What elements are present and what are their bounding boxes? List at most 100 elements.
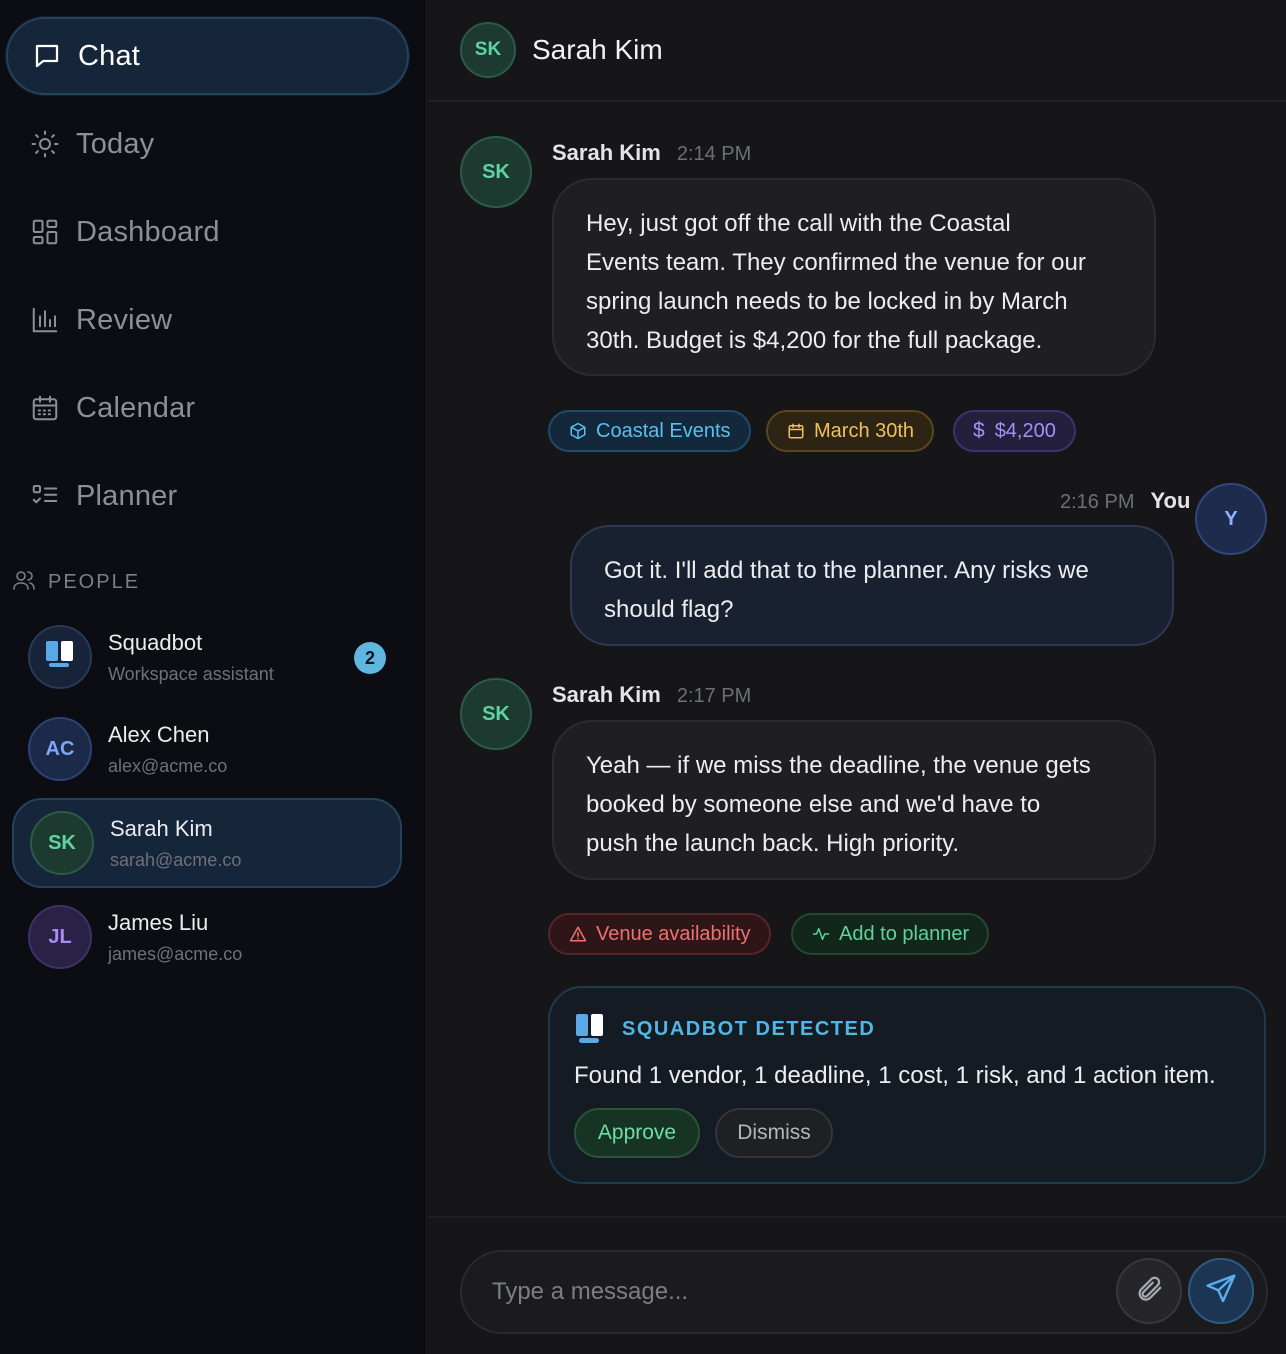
sidebar: Chat Today Dashboard Review Calendar Pla… <box>0 0 427 1354</box>
person-name: Sarah Kim <box>110 815 213 841</box>
message-time: 2:14 PM <box>676 143 752 165</box>
people-section-header: PEOPLE <box>12 568 140 597</box>
avatar: SK <box>460 22 516 78</box>
nav-today[interactable]: Today <box>6 105 409 183</box>
nav-dashboard-label: Dashboard <box>76 215 220 248</box>
person-info: Sarah Kim sarah@acme.co <box>110 816 241 871</box>
message-line: 30th. Budget is $4,200 for the full pack… <box>586 327 1043 354</box>
message-line: push the launch back. High priority. <box>586 830 960 857</box>
message-line: Hey, just got off the call with the Coas… <box>586 210 1011 237</box>
conversation-header: SK Sarah Kim <box>428 0 1286 102</box>
message-line: Events team. They confirmed the venue fo… <box>586 249 1086 276</box>
nav-planner-label: Planner <box>76 479 178 512</box>
nav-chat-label: Chat <box>78 39 141 72</box>
conversation-title: Sarah Kim <box>532 34 663 65</box>
message-composer <box>460 1250 1268 1334</box>
pulse-icon <box>811 924 831 944</box>
avatar: SK <box>30 811 94 875</box>
person-squadbot[interactable]: Squadbot Workspace assistant 2 <box>12 612 402 702</box>
nav-calendar-label: Calendar <box>76 391 196 424</box>
calendar-icon <box>786 421 806 441</box>
attach-button[interactable] <box>1116 1258 1182 1324</box>
person-info: Alex Chen alex@acme.co <box>108 722 227 777</box>
nav-dashboard[interactable]: Dashboard <box>6 193 409 271</box>
squadbot-detection-card: SQUADBOT DETECTED Found 1 vendor, 1 dead… <box>548 986 1266 1184</box>
approve-button[interactable]: Approve <box>574 1108 700 1158</box>
person-info: Squadbot Workspace assistant <box>108 630 274 685</box>
person-name: Alex Chen <box>108 721 210 747</box>
action-chip[interactable]: Add to planner <box>791 913 990 955</box>
person-name: James Liu <box>108 909 209 935</box>
composer-divider <box>428 1216 1286 1218</box>
chip-label: Coastal Events <box>596 419 731 442</box>
message-input[interactable] <box>492 1270 1092 1314</box>
message-line: spring launch needs to be locked in by M… <box>586 288 1068 315</box>
vendor-chip[interactable]: Coastal Events <box>548 410 751 452</box>
send-button[interactable] <box>1188 1258 1254 1324</box>
avatar: Y <box>1195 483 1267 555</box>
nav-review[interactable]: Review <box>6 281 409 359</box>
risk-chip[interactable]: Venue availability <box>548 913 771 955</box>
squadbot-card-text: Found 1 vendor, 1 deadline, 1 cost, 1 ri… <box>574 1062 1216 1089</box>
paperclip-icon <box>1134 1274 1164 1309</box>
nav-calendar[interactable]: Calendar <box>6 369 409 447</box>
chat-main: SK Sarah Kim SK Sarah Kim 2:14 PM Hey, j… <box>428 0 1286 1354</box>
bar-chart-icon <box>30 305 60 335</box>
message-bubble: Yeah — if we miss the deadline, the venu… <box>552 720 1156 880</box>
dismiss-button[interactable]: Dismiss <box>715 1108 833 1158</box>
chip-label: Venue availability <box>596 922 751 945</box>
squadbot-card-title: SQUADBOT DETECTED <box>622 1018 876 1040</box>
calendar-icon <box>30 393 60 423</box>
message-time: 2:17 PM <box>676 685 752 707</box>
checklist-icon <box>30 481 60 511</box>
avatar: SK <box>460 678 532 750</box>
message-author: You <box>1150 488 1191 513</box>
chip-label: March 30th <box>814 419 915 442</box>
avatar: JL <box>28 905 92 969</box>
nav-today-label: Today <box>76 127 155 160</box>
unread-badge: 2 <box>354 642 386 674</box>
people-header-label: PEOPLE <box>48 571 141 593</box>
avatar: AC <box>28 717 92 781</box>
users-icon <box>12 568 36 597</box>
cost-chip[interactable]: $ $4,200 <box>953 410 1076 452</box>
person-subtitle: Workspace assistant <box>108 663 274 684</box>
nav-review-label: Review <box>76 303 173 336</box>
dashboard-grid-icon <box>30 217 60 247</box>
nav-chat[interactable]: Chat <box>6 17 409 95</box>
avatar <box>28 625 92 689</box>
person-info: James Liu james@acme.co <box>108 910 242 965</box>
message-header: Sarah Kim 2:14 PM <box>552 140 767 166</box>
message-author: Sarah Kim <box>552 682 661 707</box>
nav-planner[interactable]: Planner <box>6 457 409 535</box>
avatar: SK <box>460 136 532 208</box>
message-bubble: Hey, just got off the call with the Coas… <box>552 178 1156 376</box>
person-email: james@acme.co <box>108 943 243 964</box>
person-james-liu[interactable]: JL James Liu james@acme.co <box>12 892 402 982</box>
message-line: Got it. I'll add that to the planner. An… <box>604 557 1089 584</box>
send-paper-plane-icon <box>1205 1273 1237 1310</box>
message-bubble: Got it. I'll add that to the planner. An… <box>570 525 1174 646</box>
person-alex-chen[interactable]: AC Alex Chen alex@acme.co <box>12 704 402 794</box>
person-email: sarah@acme.co <box>110 849 242 870</box>
chat-bubble-icon <box>32 41 62 71</box>
message-line: Yeah — if we miss the deadline, the venu… <box>586 752 1091 779</box>
warning-triangle-icon <box>568 924 588 944</box>
message-header: Sarah Kim 2:17 PM <box>552 682 767 708</box>
chip-label: $4,200 <box>994 419 1056 442</box>
squadbot-logo-icon <box>43 637 77 677</box>
dollar-icon: $ <box>973 419 985 442</box>
message-header: 2:16 PM You <box>1044 488 1190 514</box>
message-time: 2:16 PM <box>1060 491 1135 513</box>
chip-label: Add to planner <box>839 922 970 945</box>
person-name: Squadbot <box>108 629 203 655</box>
deadline-chip[interactable]: March 30th <box>766 410 935 452</box>
squadbot-logo-icon <box>574 1012 606 1051</box>
person-email: alex@acme.co <box>108 755 228 776</box>
message-line: should flag? <box>604 596 734 623</box>
sun-icon <box>30 129 60 159</box>
message-author: Sarah Kim <box>552 140 661 165</box>
person-sarah-kim[interactable]: SK Sarah Kim sarah@acme.co <box>12 798 402 888</box>
message-line: booked by someone else and we'd have to <box>586 791 1041 818</box>
box-icon <box>568 421 588 441</box>
